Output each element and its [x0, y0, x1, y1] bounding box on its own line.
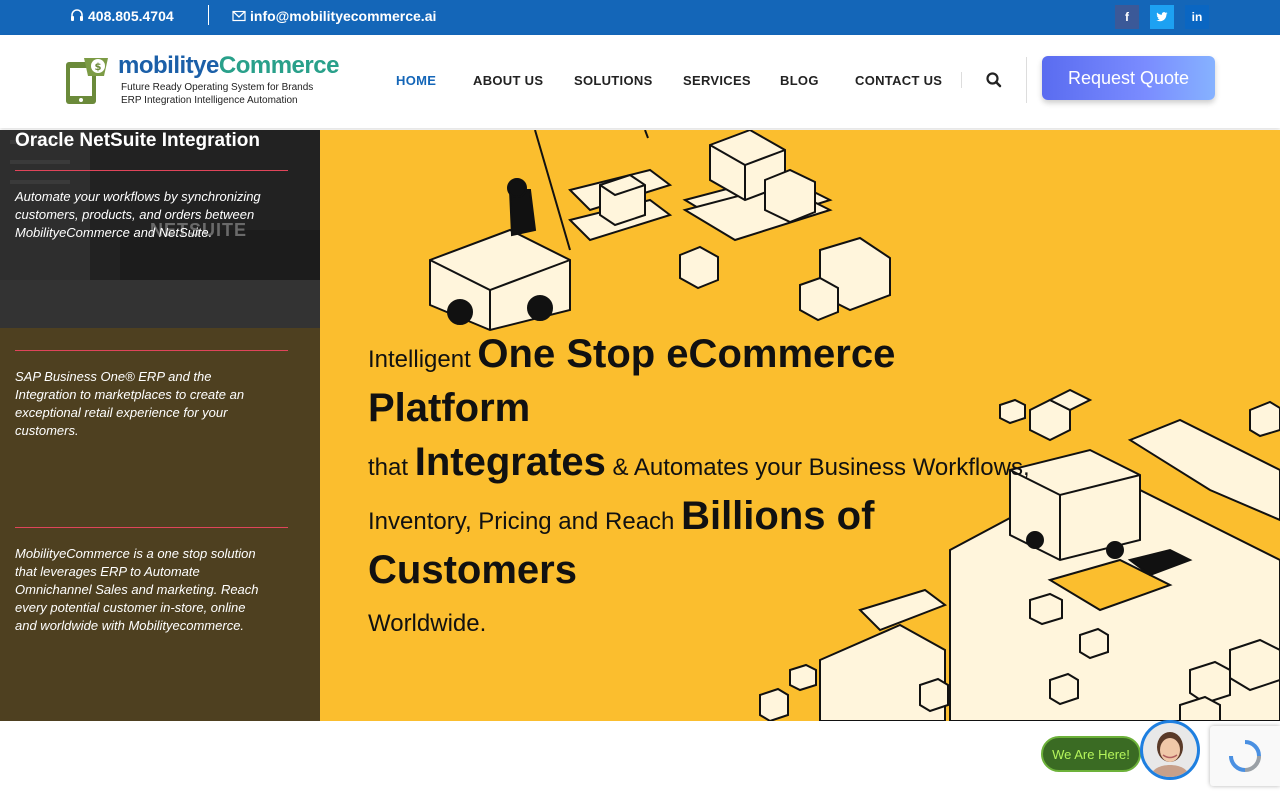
- chat-avatar[interactable]: [1140, 720, 1200, 780]
- linkedin-icon[interactable]: in: [1185, 5, 1209, 29]
- recaptcha-icon: [1229, 740, 1261, 772]
- hero-headline: Intelligent One Stop eCommerce Platform …: [368, 330, 1068, 648]
- nav-home[interactable]: HOME: [396, 73, 436, 88]
- headline-line-2: that Integrates & Automates your Busines…: [368, 440, 1030, 484]
- recaptcha-badge[interactable]: [1210, 726, 1280, 786]
- headline-line-1: Intelligent One Stop eCommerce Platform: [368, 332, 896, 430]
- email-link[interactable]: info@mobilityecommerce.ai: [232, 8, 436, 24]
- slide-divider: [15, 170, 288, 171]
- agent-avatar-icon: [1143, 723, 1197, 777]
- nav-contact-us[interactable]: CONTACT US: [855, 73, 942, 88]
- site-logo[interactable]: $ mobilityeCommerce Future Ready Operati…: [64, 52, 349, 108]
- headline-line-4: Worldwide.: [368, 610, 487, 637]
- slide-title-netsuite: Oracle NetSuite Integration: [15, 130, 260, 151]
- slide-text-sap: SAP Business One® ERP and the Integratio…: [15, 369, 245, 438]
- logo-mark-icon: $: [66, 58, 108, 104]
- headset-icon: [71, 9, 83, 21]
- hero-banner: Intelligent One Stop eCommerce Platform …: [320, 130, 1280, 721]
- slide-text-netsuite: Automate your workflows by synchronizing…: [15, 189, 261, 240]
- twitter-icon[interactable]: [1150, 5, 1174, 29]
- nav-about-us[interactable]: ABOUT US: [473, 73, 543, 88]
- logo-tagline-1: Future Ready Operating System for Brands: [121, 82, 314, 93]
- phone-link[interactable]: 408.805.4704: [70, 8, 174, 24]
- phone-number: 408.805.4704: [88, 8, 174, 24]
- hero-section: NETSUITE Oracle NetSuite Integration Aut…: [0, 130, 1280, 721]
- search-icon[interactable]: [985, 71, 1003, 89]
- request-quote-button[interactable]: Request Quote: [1042, 56, 1215, 100]
- facebook-icon[interactable]: f: [1115, 5, 1139, 29]
- logo-wordmark: mobilityeCommerce: [118, 52, 339, 79]
- topbar-divider: [208, 5, 209, 25]
- header-divider: [1026, 57, 1027, 103]
- email-address: info@mobilityecommerce.ai: [250, 8, 437, 24]
- forklift-illustration: [429, 130, 891, 332]
- slide-divider: [15, 527, 288, 528]
- nav-divider: [961, 72, 962, 88]
- site-header: $ mobilityeCommerce Future Ready Operati…: [0, 35, 1280, 128]
- slide-text-mobility: MobilityeCommerce is a one stop solution…: [15, 546, 259, 633]
- chat-badge[interactable]: We Are Here!: [1041, 736, 1141, 772]
- headline-line-3: Inventory, Pricing and Reach Billions of…: [368, 494, 875, 592]
- solutions-sidebar: NETSUITE Oracle NetSuite Integration Aut…: [0, 130, 320, 721]
- logo-tagline-2: ERP Integration Intelligence Automation: [121, 95, 298, 106]
- slide-divider: [15, 350, 288, 351]
- nav-solutions[interactable]: SOLUTIONS: [574, 73, 653, 88]
- svg-text:$: $: [95, 62, 102, 73]
- nav-services[interactable]: SERVICES: [683, 73, 751, 88]
- nav-blog[interactable]: BLOG: [780, 73, 819, 88]
- top-bar: 408.805.4704 info@mobilityecommerce.ai f…: [0, 0, 1280, 35]
- envelope-icon: [232, 10, 246, 22]
